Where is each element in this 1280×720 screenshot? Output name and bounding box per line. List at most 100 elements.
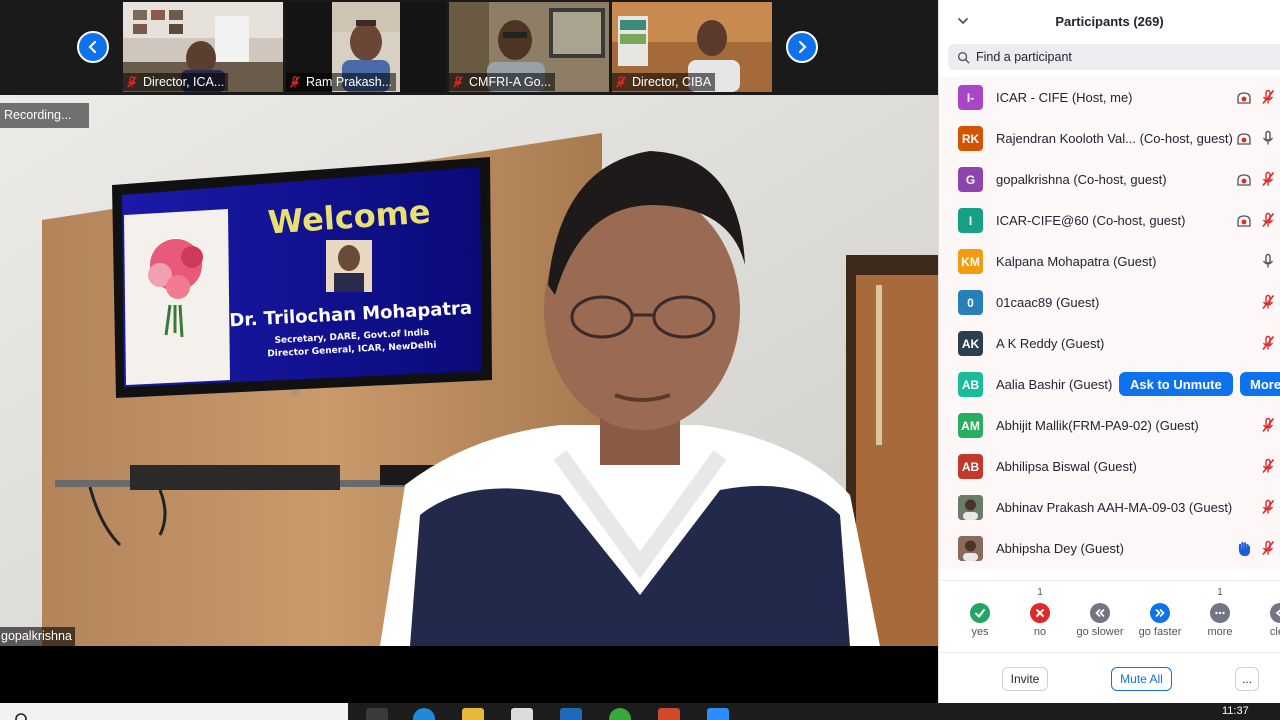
search-input[interactable]	[976, 50, 1256, 64]
check-icon	[970, 603, 990, 623]
gallery-strip: Director, ICA... Ram Prakash... CMFRI-A …	[0, 0, 938, 95]
mic-icon[interactable]	[1260, 130, 1276, 146]
participant-name-label: Director, ICA...	[123, 73, 229, 91]
mic-muted-icon[interactable]	[1260, 171, 1276, 187]
participant-row[interactable]: I- ICAR - CIFE (Host, me)	[939, 77, 1280, 118]
more-options-button[interactable]: ...	[1235, 667, 1259, 691]
powerpoint-icon[interactable]	[658, 708, 680, 720]
participant-name: ICAR - CIFE (Host, me)	[996, 90, 1133, 105]
avatar: AB	[958, 372, 983, 397]
reaction-label: go faster	[1138, 626, 1182, 638]
task-view-icon[interactable]	[366, 708, 388, 720]
participant-name-label: Ram Prakash...	[286, 73, 397, 91]
file-explorer-icon[interactable]	[462, 708, 484, 720]
previous-page-button[interactable]	[77, 31, 109, 63]
participant-row[interactable]: KM Kalpana Mohapatra (Guest)	[939, 241, 1280, 282]
video-feed: Welcome Dr. Trilochan Mohapatra Secretar…	[0, 95, 938, 646]
video-thumbnail[interactable]: Director, CIBA	[612, 2, 772, 92]
avatar: RK	[958, 126, 983, 151]
reaction-count	[1130, 585, 1190, 601]
nonverbal-feedback-bar: yes 1 no go slower go faster 1 more clea	[939, 580, 1280, 648]
mic-muted-icon[interactable]	[1260, 458, 1276, 474]
participant-row[interactable]: Abhinav Prakash AAH-MA-09-03 (Guest)	[939, 487, 1280, 528]
zoom-meeting-window: Director, ICA... Ram Prakash... CMFRI-A …	[0, 0, 1280, 720]
recording-permission-icon	[1236, 91, 1252, 105]
edge-browser-icon[interactable]	[413, 708, 435, 720]
mic-icon[interactable]	[1260, 253, 1276, 269]
avatar: G	[958, 167, 983, 192]
ellipsis-icon	[1210, 603, 1230, 623]
recording-permission-icon	[1236, 132, 1252, 146]
participant-search[interactable]	[948, 44, 1280, 70]
participant-row[interactable]: AB Abhilipsa Biswal (Guest)	[939, 446, 1280, 487]
participant-name: Rajendran Kooloth Val... (Co-host, guest…	[996, 131, 1233, 146]
participants-panel: Participants (269) I- ICAR - CIFE (Host, …	[938, 0, 1280, 703]
participants-header: Participants (269)	[939, 0, 1280, 42]
x-icon	[1030, 603, 1050, 623]
mic-muted-icon	[614, 75, 628, 89]
reaction-count	[950, 585, 1010, 601]
participants-footer: Invite Mute All ...	[939, 652, 1280, 703]
reaction-more-button[interactable]: 1 more	[1190, 585, 1250, 638]
reaction-count	[1250, 585, 1280, 601]
chevron-down-icon[interactable]	[957, 15, 969, 27]
participant-name: Director, CIBA	[632, 75, 712, 89]
participant-row[interactable]: I ICAR-CIFE@60 (Co-host, guest)	[939, 200, 1280, 241]
double-chevron-left-icon	[1090, 603, 1110, 623]
participant-row[interactable]: AM Abhijit Mallik(FRM-PA9-02) (Guest)	[939, 405, 1280, 446]
avatar	[958, 536, 983, 561]
participant-name: Kalpana Mohapatra (Guest)	[996, 254, 1157, 269]
invite-button[interactable]: Invite	[1002, 667, 1048, 691]
recording-permission-icon	[1236, 173, 1252, 187]
reaction-label: no	[1033, 626, 1047, 638]
reaction-go-faster-button[interactable]: go faster	[1130, 585, 1190, 638]
participant-name: CMFRI-A Go...	[469, 75, 551, 89]
participant-row[interactable]: Ggopalkrishna (Co-host, guest)	[939, 159, 1280, 200]
mic-muted-icon	[125, 75, 139, 89]
mic-muted-icon	[288, 75, 302, 89]
mic-muted-icon[interactable]	[1260, 417, 1276, 433]
mic-muted-icon[interactable]	[1260, 540, 1276, 556]
reaction-label: clea	[1269, 626, 1280, 638]
participants-title: Participants (269)	[1055, 13, 1164, 29]
participant-name: Abhinav Prakash AAH-MA-09-03 (Guest)	[996, 500, 1233, 515]
ask-to-unmute-button[interactable]: Ask to Unmute	[1119, 372, 1233, 396]
participant-row[interactable]: AK A K Reddy (Guest)	[939, 323, 1280, 364]
participant-row[interactable]: 0 01caac89 (Guest)	[939, 282, 1280, 323]
next-page-button[interactable]	[786, 31, 818, 63]
video-thumbnail[interactable]: Director, ICA...	[123, 2, 283, 92]
participant-row[interactable]: Abhipsha Dey (Guest)	[939, 528, 1280, 569]
raised-hand-icon	[1236, 540, 1252, 557]
participant-more-button[interactable]: More	[1240, 372, 1280, 396]
taskbar-search-box[interactable]	[0, 703, 348, 720]
reaction-yes-button[interactable]: yes	[950, 585, 1010, 638]
participant-name: A K Reddy (Guest)	[996, 336, 1105, 351]
mic-muted-icon[interactable]	[1260, 294, 1276, 310]
video-thumbnail[interactable]: Ram Prakash...	[286, 2, 446, 92]
reaction-no-button[interactable]: 1 no	[1010, 585, 1070, 638]
mic-muted-icon[interactable]	[1260, 212, 1276, 228]
active-speaker-video[interactable]: Welcome Dr. Trilochan Mohapatra Secretar…	[0, 95, 938, 646]
mic-muted-icon[interactable]	[1260, 89, 1276, 105]
app-icon[interactable]	[609, 708, 631, 720]
avatar: KM	[958, 249, 983, 274]
reaction-clea-button[interactable]: clea	[1250, 585, 1280, 638]
participant-name: gopalkrishna (Co-host, guest)	[996, 172, 1167, 187]
participant-name-label: Director, CIBA	[612, 73, 716, 91]
zoom-app-icon[interactable]	[707, 708, 729, 720]
mic-muted-icon[interactable]	[1260, 335, 1276, 351]
store-icon[interactable]	[511, 708, 533, 720]
mute-all-button[interactable]: Mute All	[1111, 667, 1172, 691]
video-thumbnail[interactable]: CMFRI-A Go...	[449, 2, 609, 92]
app-icon[interactable]	[560, 708, 582, 720]
participant-row[interactable]: RK Rajendran Kooloth Val... (Co-host, gue…	[939, 118, 1280, 159]
participant-name: Abhilipsa Biswal (Guest)	[996, 459, 1137, 474]
avatar: I-	[958, 85, 983, 110]
search-icon	[15, 713, 27, 720]
reaction-label: go slower	[1076, 626, 1124, 638]
participant-row[interactable]: AB Aalia Bashir (Guest) Ask to Unmute More	[939, 364, 1280, 405]
participant-name: Abhipsha Dey (Guest)	[996, 541, 1124, 556]
reaction-go-slower-button[interactable]: go slower	[1070, 585, 1130, 638]
participant-name: 01caac89 (Guest)	[996, 295, 1100, 310]
mic-muted-icon[interactable]	[1260, 499, 1276, 515]
